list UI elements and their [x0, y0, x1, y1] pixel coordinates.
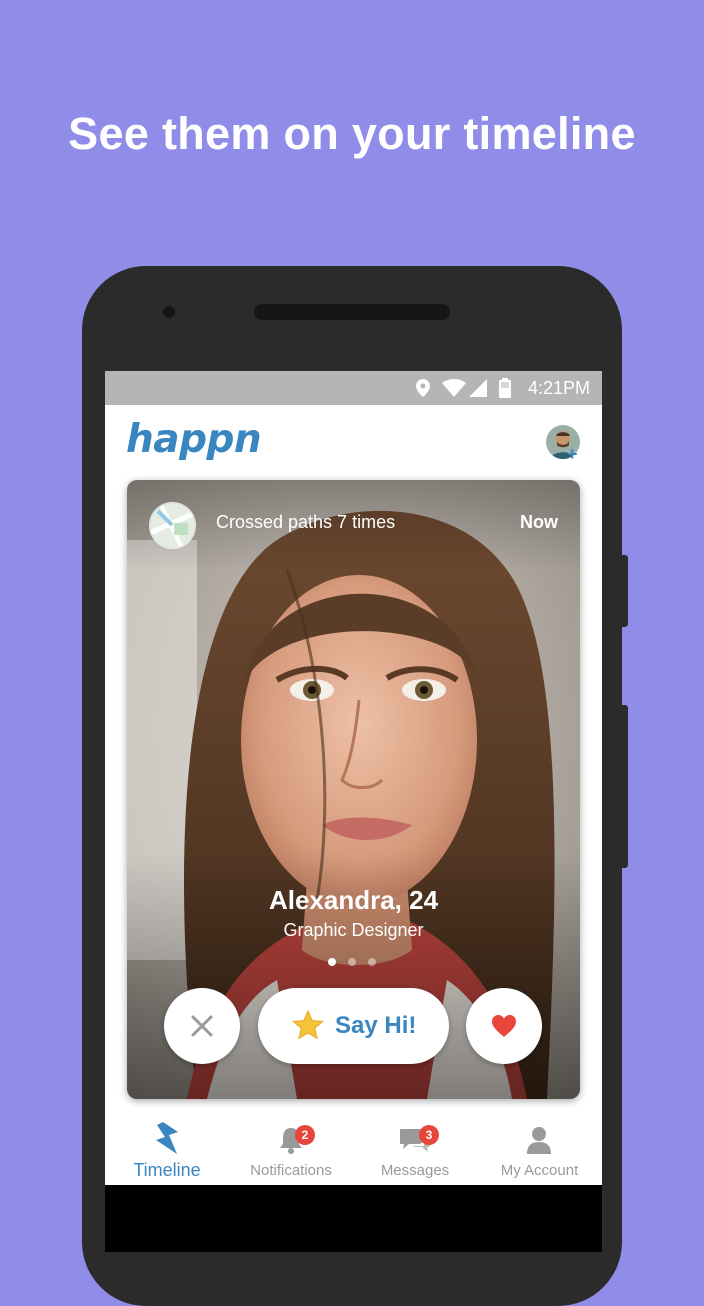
- phone-screen: 4:21PM happn + Crossed paths 7 times Now…: [105, 371, 602, 1252]
- phone-power-button: [622, 555, 628, 627]
- profile-name-age: Alexandra, 24: [268, 885, 439, 915]
- say-hi-button[interactable]: Say Hi!: [258, 988, 449, 1064]
- person-icon: [527, 1127, 551, 1154]
- profile-occupation: Graphic Designer: [283, 920, 424, 940]
- tab-timeline[interactable]: Timeline: [105, 1112, 229, 1185]
- happn-logo: happn: [126, 417, 262, 462]
- star-icon: [292, 1010, 324, 1040]
- photo-pager: [328, 958, 380, 966]
- tab-label: Messages: [380, 1162, 450, 1179]
- battery-icon: [499, 378, 511, 403]
- crossed-paths-text: Crossed paths 7 times: [216, 512, 396, 532]
- close-icon: [191, 1015, 213, 1037]
- reject-button[interactable]: [164, 988, 240, 1064]
- tab-my-account[interactable]: My Account: [477, 1112, 602, 1185]
- tab-label: Notifications: [250, 1162, 332, 1179]
- status-time: 4:21PM: [527, 378, 590, 398]
- wifi-icon: [442, 379, 466, 402]
- cellular-signal-icon: [469, 379, 487, 402]
- profile-card[interactable]: Crossed paths 7 times Now Alexandra, 24 …: [127, 480, 580, 1099]
- phone-volume-button: [622, 705, 628, 868]
- location-icon: [416, 379, 430, 402]
- tab-notifications[interactable]: 2 Notifications: [229, 1112, 353, 1185]
- tab-messages[interactable]: 3 Messages: [353, 1112, 477, 1185]
- pager-dot: [348, 958, 356, 966]
- pager-dot-active: [328, 958, 336, 966]
- app-bar: happn +: [105, 405, 602, 479]
- status-bar: 4:21PM: [105, 371, 602, 405]
- tab-label: Timeline: [133, 1160, 201, 1180]
- earpiece-speaker: [254, 304, 450, 320]
- notifications-badge: 2: [295, 1125, 315, 1145]
- front-camera: [163, 306, 175, 318]
- like-button[interactable]: [466, 988, 542, 1064]
- pager-dot: [368, 958, 376, 966]
- crossed-time: Now: [520, 512, 558, 532]
- tab-label: My Account: [500, 1162, 579, 1179]
- lightning-icon: [156, 1122, 178, 1154]
- crossing-map-thumbnail[interactable]: [149, 502, 196, 549]
- messages-badge: 3: [419, 1125, 439, 1145]
- headline: See them on your timeline: [68, 108, 636, 159]
- bottom-tab-bar: Timeline 2 Notifications 3 Messages My A…: [105, 1112, 602, 1185]
- heart-icon: [492, 1015, 516, 1037]
- add-profile-icon[interactable]: +: [567, 445, 578, 463]
- say-hi-label: Say Hi!: [335, 1012, 417, 1039]
- system-nav-bar: [105, 1185, 602, 1252]
